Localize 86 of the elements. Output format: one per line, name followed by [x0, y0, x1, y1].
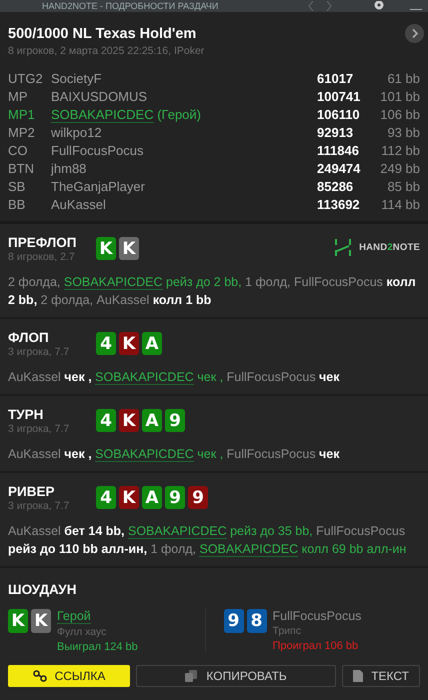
stack-chips: 106110	[317, 105, 374, 123]
playing-card: A	[142, 486, 162, 509]
street-title: ФЛОП	[8, 330, 50, 345]
copy-icon	[185, 670, 198, 682]
document-icon	[353, 670, 364, 682]
playing-card: K	[31, 609, 51, 633]
playing-card: K	[96, 237, 116, 260]
playing-card: K	[119, 332, 139, 355]
seat-position: SB	[8, 177, 51, 195]
stack-bb: 61 bb	[386, 70, 420, 87]
result-text: Проиграл 106 bb	[272, 640, 358, 652]
seat-position: CO	[8, 142, 28, 159]
player-link[interactable]: SOBAKAPICDEC	[95, 447, 194, 462]
seat-position: UTG2	[8, 70, 44, 87]
game-title: 500/1000 NL Texas Hold'em	[8, 26, 198, 42]
street-info: 8 игроков, 2.7	[8, 251, 76, 263]
stack-bb: 101 bb	[379, 88, 420, 105]
seat-position: BB	[8, 195, 51, 213]
result-text: Выиграл 124 bb	[57, 641, 138, 653]
player-name: TheGanjaPlayer	[51, 178, 145, 194]
playing-card: 4	[96, 332, 116, 355]
action-button[interactable]: ТЕКСТ	[342, 665, 420, 687]
seat-position: MP1	[8, 105, 51, 123]
street-title: РИВЕР	[8, 484, 56, 499]
action-summary: 2 фолда, SOBAKAPICDEC рейз до 2 bb, 1 фолд, FullFocusPocus колл 2 bb, 2 фолда, AuKassel колл 1 bb	[8, 274, 417, 309]
street-info: 3 игрока, 7.7	[8, 500, 70, 512]
playing-card: 4	[96, 409, 116, 432]
stack-chips: 111846	[317, 141, 374, 159]
section-title: ШОУДАУН	[8, 582, 78, 597]
player-name: SocietyF	[51, 70, 102, 86]
action-summary: AuKassel чек , SOBAKAPICDEC чек , FullFocusPocus чек	[8, 369, 341, 386]
action-summary: AuKassel бет 14 bb, SOBAKAPICDEC рейз до 35 bb, FullFocusPocus рейз до 110 bb алл-ин, 1 фолд, SOBAKAPICDEC колл 69 bb алл-ин	[8, 523, 408, 558]
playing-card: 9	[224, 609, 244, 633]
player-name: FullFocusPocus	[51, 142, 144, 158]
playing-card: K	[119, 237, 139, 260]
seat-position: BTN	[8, 159, 51, 177]
stack-chips: 92913	[317, 123, 374, 141]
hero-label: (Герой)	[157, 106, 201, 122]
hand-rank: Трипс	[272, 625, 301, 637]
logo-icon	[335, 239, 352, 256]
stack-chips: 113692	[317, 195, 374, 213]
stack-bb: 85 bb	[386, 178, 420, 195]
street-info: 3 игрока, 7.7	[8, 346, 70, 358]
playing-card: 8	[246, 609, 266, 633]
seat-position: MP2	[8, 123, 51, 141]
street-title: ПРЕФЛОП	[8, 235, 78, 250]
player-name: BAIXUSDOMUS	[51, 88, 148, 104]
playing-card: 4	[96, 486, 116, 509]
playing-card: 9	[165, 409, 185, 432]
player-name: jhm88	[51, 160, 86, 176]
playing-card: K	[119, 486, 139, 509]
playing-card: A	[142, 409, 162, 432]
player-name[interactable]: Герой	[57, 609, 91, 624]
action-button[interactable]: ССЫЛКА	[8, 665, 130, 687]
stack-bb: 106 bb	[379, 106, 420, 123]
stack-chips: 249474	[317, 159, 374, 177]
hand-info: 8 игроков, 2 марта 2025 22:25:16, IPoker	[8, 45, 204, 57]
playing-card: K	[8, 609, 28, 633]
player-name[interactable]: SOBAKAPICDEC	[51, 106, 154, 122]
playing-card: 9	[165, 486, 185, 509]
player-link[interactable]: SOBAKAPICDEC	[64, 275, 163, 290]
action-summary: AuKassel чек , SOBAKAPICDEC чек , FullFocusPocus чек	[8, 446, 341, 463]
player-name: wilkpo12	[51, 124, 102, 140]
logo-wordmark: HAND2NOTE	[359, 242, 420, 253]
window-title: HAND2NOTE - ПОДРОБНОСТИ РАЗДАЧИ	[42, 0, 220, 12]
hand-rank: Фулл хаус	[57, 626, 106, 638]
stack-chips: 100741	[317, 87, 374, 105]
stack-bb: 114 bb	[380, 196, 420, 213]
playing-card: K	[119, 409, 139, 432]
stack-bb: 93 bb	[386, 124, 420, 141]
player-name: AuKassel	[51, 196, 106, 212]
street-title: ТУРН	[8, 407, 44, 422]
player-link[interactable]: SOBAKAPICDEC	[199, 542, 298, 557]
playing-card: A	[142, 332, 162, 355]
playing-card: 9	[188, 486, 208, 509]
player-name: FullFocusPocus	[272, 609, 362, 623]
stack-chips: 85286	[317, 177, 374, 195]
stack-bb: 249 bb	[379, 160, 420, 177]
stack-chips: 61017	[317, 69, 374, 87]
link-icon	[32, 670, 47, 682]
player-link[interactable]: SOBAKAPICDEC	[128, 524, 227, 539]
player-link[interactable]: SOBAKAPICDEC	[95, 370, 194, 385]
action-button[interactable]: КОПИРОВАТЬ	[136, 665, 336, 687]
stack-bb: 112 bb	[380, 142, 420, 159]
seat-position: MP	[8, 88, 28, 105]
street-info: 3 игрока, 7.7	[8, 423, 70, 435]
